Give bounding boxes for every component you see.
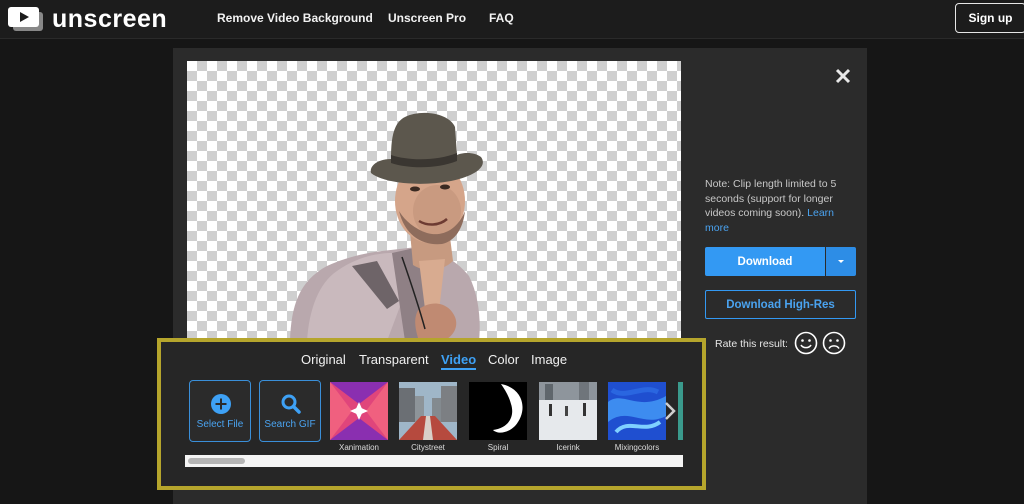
mixingcolors-preview-image	[608, 382, 666, 440]
thumbnail-label: Mixingcolors	[614, 443, 660, 452]
play-logo-icon	[8, 7, 43, 31]
clip-length-note: Note: Clip length limited to 5 seconds (…	[705, 177, 855, 235]
thumbnail-label: Xanimation	[338, 443, 380, 452]
spiral-preview-image	[469, 382, 527, 440]
nav-remove-video-background[interactable]: Remove Video Background	[217, 11, 373, 25]
scrollbar-thumb[interactable]	[188, 458, 245, 464]
close-icon[interactable]	[833, 66, 853, 86]
plus-circle-icon	[211, 394, 231, 414]
video-preview	[187, 61, 681, 341]
download-options-toggle[interactable]	[826, 247, 856, 276]
top-navbar: unscreen Remove Video Background Unscree…	[0, 0, 1024, 39]
thumbnail-mixingcolors[interactable]	[608, 382, 666, 440]
download-button[interactable]: Download	[705, 247, 825, 276]
person-cutout-image	[290, 112, 483, 341]
smiley-face-icon[interactable]	[794, 331, 818, 355]
rate-result-label: Rate this result:	[715, 338, 788, 350]
chevron-right-icon[interactable]	[663, 400, 677, 422]
active-tab-indicator	[441, 368, 476, 370]
select-file-label: Select File	[196, 419, 244, 430]
logo[interactable]: unscreen	[8, 4, 168, 33]
sad-face-icon[interactable]	[822, 331, 846, 355]
thumbnail-citystreet[interactable]	[399, 382, 457, 440]
tab-original[interactable]: Original	[301, 352, 346, 367]
logo-text: unscreen	[52, 4, 168, 33]
search-icon	[281, 394, 301, 414]
partial-preview-image	[678, 382, 683, 440]
xanimation-preview-image	[330, 382, 388, 440]
tab-image[interactable]: Image	[531, 352, 567, 367]
tab-video[interactable]: Video	[441, 352, 476, 367]
thumbnail-xanimation[interactable]	[330, 382, 388, 440]
search-gif-button[interactable]: Search GIF	[259, 380, 321, 442]
thumbnail-icerink[interactable]	[539, 382, 597, 440]
icerink-preview-image	[539, 382, 597, 440]
download-high-res-button[interactable]: Download High-Res	[705, 290, 856, 319]
nav-unscreen-pro[interactable]: Unscreen Pro	[388, 11, 466, 25]
thumbnail-label: Spiral	[487, 443, 509, 452]
select-file-button[interactable]: Select File	[189, 380, 251, 442]
search-gif-label: Search GIF	[264, 419, 316, 430]
citystreet-preview-image	[399, 382, 457, 440]
signup-button[interactable]: Sign up	[955, 3, 1024, 33]
caret-down-icon	[838, 260, 844, 263]
thumbnail-partial[interactable]	[678, 382, 683, 440]
thumbnail-spiral[interactable]	[469, 382, 527, 440]
thumbnail-label: Citystreet	[411, 443, 445, 452]
tab-color[interactable]: Color	[488, 352, 519, 367]
thumbnail-label: Icerink	[556, 443, 580, 452]
nav-faq[interactable]: FAQ	[489, 11, 514, 25]
thumbnail-scrollbar[interactable]	[185, 455, 683, 467]
tab-transparent[interactable]: Transparent	[359, 352, 429, 367]
